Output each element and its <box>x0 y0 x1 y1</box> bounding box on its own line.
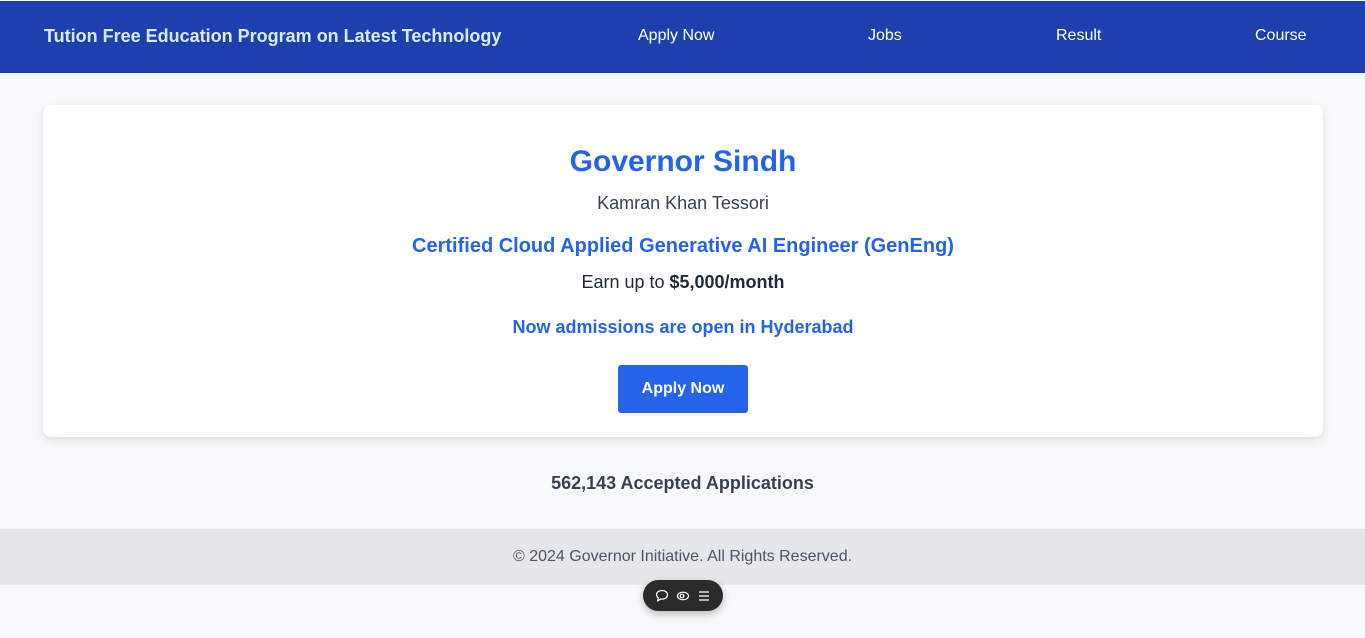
card-title: Governor Sindh <box>569 145 797 178</box>
eye-icon[interactable] <box>675 588 691 604</box>
apply-now-button[interactable]: Apply Now <box>618 365 748 413</box>
nav-apply-now-link[interactable]: Apply Now <box>638 27 714 45</box>
hero-card: Governor Sindh Kamran Khan Tessori Certi… <box>43 105 1323 437</box>
earnings-amount: $5,000/month <box>669 272 785 292</box>
top-navbar: Tution Free Education Program on Latest … <box>0 1 1365 73</box>
brand-title: Tution Free Education Program on Latest … <box>44 26 502 46</box>
earnings-text: Earn up to $5,000/month <box>43 272 1323 293</box>
page-footer: © 2024 Governor Initiative. All Rights R… <box>0 529 1365 585</box>
course-title: Certified Cloud Applied Generative AI En… <box>412 235 954 257</box>
accepted-applications-count: 562,143 Accepted Applications <box>551 473 814 493</box>
menu-icon[interactable] <box>696 588 712 604</box>
admission-notice: Now admissions are open in Hyderabad <box>512 317 854 337</box>
card-subtitle: Kamran Khan Tessori <box>597 193 769 213</box>
nav-result-link[interactable]: Result <box>1056 27 1101 45</box>
floating-toolbar <box>643 580 723 611</box>
nav-jobs-link[interactable]: Jobs <box>868 27 902 45</box>
nav-course-link[interactable]: Course <box>1255 27 1307 45</box>
earnings-prefix: Earn up to <box>581 272 670 292</box>
copyright-text: © 2024 Governor Initiative. All Rights R… <box>512 548 853 565</box>
comment-icon[interactable] <box>654 588 670 604</box>
